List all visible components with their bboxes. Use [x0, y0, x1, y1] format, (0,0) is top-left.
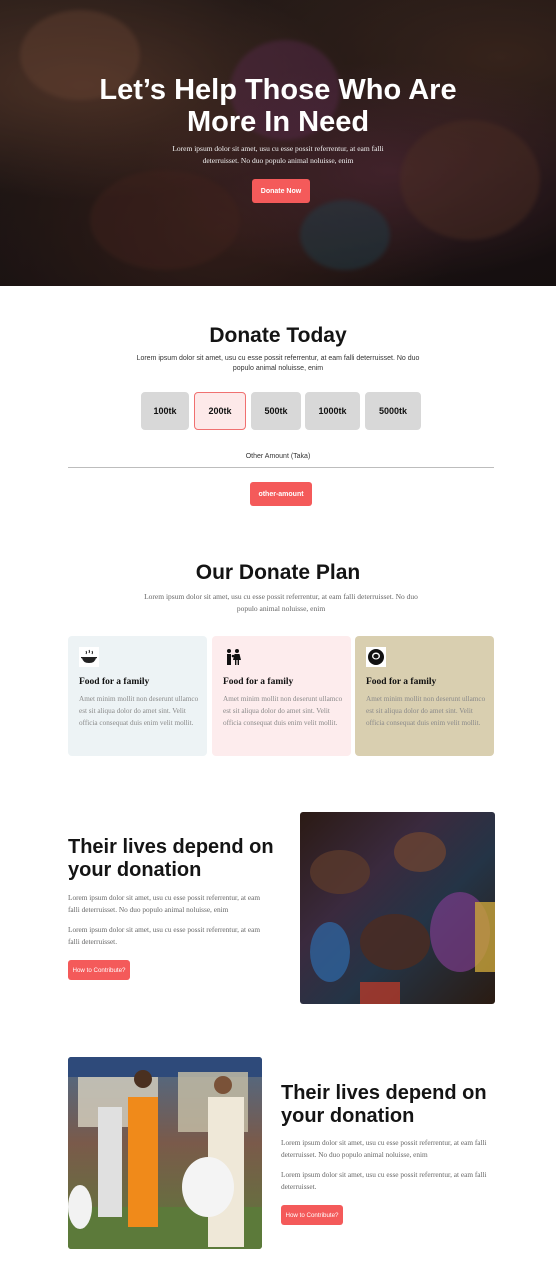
hero-text: Lorem ipsum dolor sit amet, usu cu esse …	[172, 144, 384, 165]
plan-card-text: Amet minim mollit non deserunt ullamco e…	[223, 695, 343, 727]
plan-card-text: Amet minim mollit non deserunt ullamco e…	[79, 695, 199, 727]
how-to-contribute-button[interactable]: How to Contribute?	[68, 960, 130, 980]
lives-paragraph: Lorem ipsum dolor sit amet, usu cu esse …	[68, 893, 261, 914]
lives-title: Their lives depend on your donation	[281, 1082, 487, 1128]
amount-option-5000[interactable]: 5000tk	[365, 392, 421, 430]
plan-card-title: Food for a family	[366, 677, 437, 687]
hijab-person-icon	[366, 647, 386, 667]
plan-card[interactable]: Food for a family Amet minim mollit non …	[355, 636, 494, 756]
hero-title: Let’s Help Those Who Are More In Need	[0, 74, 556, 138]
donate-title: Donate Today	[209, 324, 347, 347]
amount-option-100[interactable]: 100tk	[141, 392, 189, 430]
lives-title: Their lives depend on your donation	[68, 836, 274, 882]
lives-paragraph: Lorem ipsum dolor sit amet, usu cu esse …	[68, 925, 261, 946]
food-distribution-photo	[68, 1057, 262, 1249]
plan-card[interactable]: Food for a family Amet minim mollit non …	[68, 636, 207, 756]
food-bowl-icon	[79, 647, 99, 667]
how-to-contribute-button[interactable]: How to Contribute?	[281, 1205, 343, 1225]
other-amount-label: Other Amount (Taka)	[245, 453, 311, 460]
hands-reaching-photo	[300, 812, 495, 1004]
donate-now-button[interactable]: Donate Now	[252, 179, 310, 203]
plan-card-title: Food for a family	[79, 677, 150, 687]
amount-option-500[interactable]: 500tk	[251, 392, 301, 430]
lives-title-line: your donation	[281, 1105, 415, 1127]
amount-option-200[interactable]: 200tk	[194, 392, 246, 430]
donate-subtitle: Lorem ipsum dolor sit amet, usu cu esse …	[136, 355, 420, 372]
plan-subtitle: Lorem ipsum dolor sit amet, usu cu esse …	[144, 592, 418, 613]
plan-title: Our Donate Plan	[195, 561, 361, 584]
lives-title-line: your donation	[68, 859, 202, 881]
lives-title-line: Their lives depend on	[68, 836, 274, 858]
lives-title-line: Their lives depend on	[281, 1082, 487, 1104]
hero-title-line: More In Need	[186, 106, 370, 138]
other-amount-button[interactable]: other-amount	[250, 482, 312, 506]
plan-card-text: Amet minim mollit non deserunt ullamco e…	[366, 695, 486, 727]
plan-card[interactable]: Food for a family Amet minim mollit non …	[212, 636, 351, 756]
lives-paragraph: Lorem ipsum dolor sit amet, usu cu esse …	[281, 1170, 487, 1191]
family-icon	[223, 647, 243, 667]
other-amount-field[interactable]	[68, 467, 494, 468]
plan-card-title: Food for a family	[223, 677, 294, 687]
amount-option-1000[interactable]: 1000tk	[305, 392, 360, 430]
hero-section: Let’s Help Those Who Are More In Need Lo…	[0, 0, 556, 286]
hero-title-line: Let’s Help Those Who Are	[99, 74, 457, 106]
lives-paragraph: Lorem ipsum dolor sit amet, usu cu esse …	[281, 1138, 487, 1159]
